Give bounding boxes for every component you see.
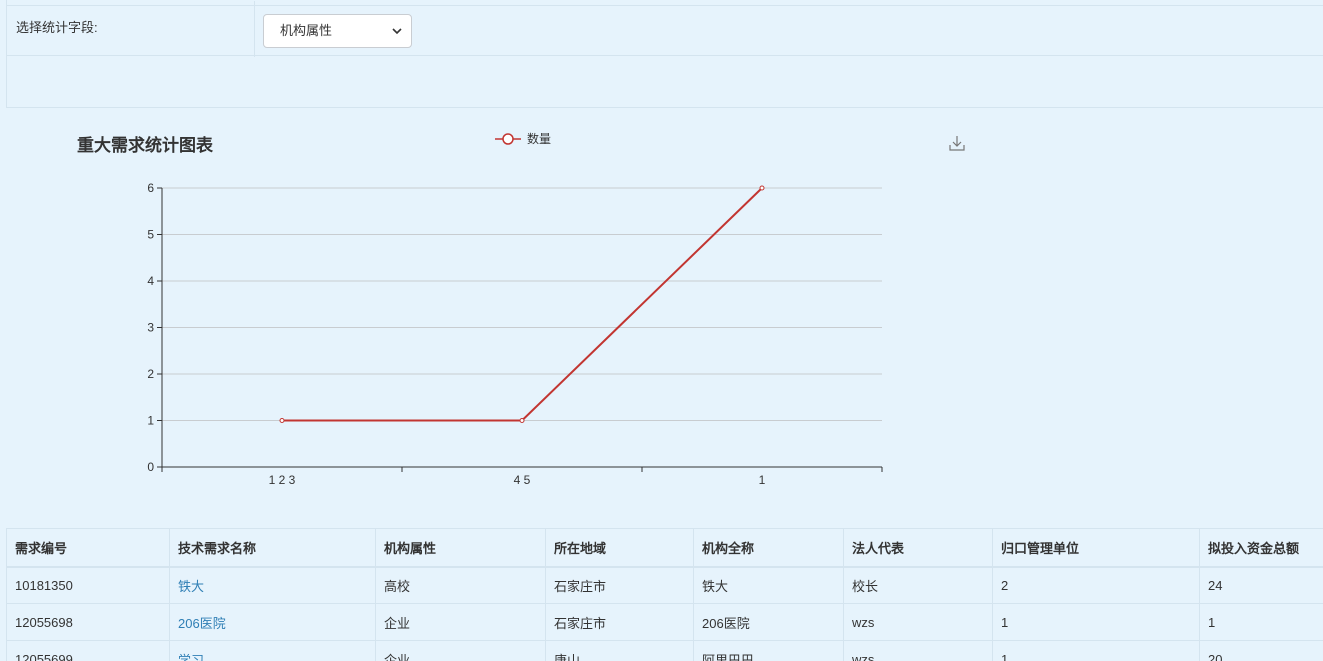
cell-investment-total: 1 [1199, 603, 1323, 641]
y-tick-label: 5 [147, 228, 154, 242]
cell-org-fullname: 阿里巴巴 [693, 640, 844, 661]
chart-title: 重大需求统计图表 [77, 136, 213, 155]
data-point [279, 418, 285, 423]
col-header-management-unit[interactable]: 归口管理单位 [992, 528, 1200, 568]
series-line [282, 187, 763, 422]
legend-label: 数量 [527, 132, 552, 146]
data-point [519, 418, 525, 423]
cell-legal-rep: wzs [843, 640, 993, 661]
table-row: 12055698 206医院 企业 石家庄市 206医院 wzs 1 1 [6, 603, 1323, 641]
filter-divider [254, 1, 255, 57]
col-header-demand-id[interactable]: 需求编号 [6, 528, 170, 568]
cell-tech-name: 铁大 [169, 566, 376, 604]
cell-legal-rep: 校长 [843, 566, 993, 604]
col-header-legal-rep[interactable]: 法人代表 [843, 528, 993, 568]
filter-label: 选择统计字段: [16, 20, 98, 35]
cell-tech-name: 206医院 [169, 603, 376, 641]
cell-demand-id: 10181350 [6, 566, 170, 604]
x-tick-label: 1 [759, 473, 766, 487]
cell-tech-name: 学习 [169, 640, 376, 661]
cell-management-unit: 1 [992, 640, 1200, 661]
tech-name-link[interactable]: 学习 [178, 653, 204, 661]
y-tick-label: 0 [147, 460, 154, 474]
cell-demand-id: 12055699 [6, 640, 170, 661]
field-select-value: 机构属性 [280, 23, 333, 38]
col-header-region[interactable]: 所在地域 [545, 528, 694, 568]
cell-org-type: 企业 [375, 640, 546, 661]
field-select[interactable]: 机构属性 [263, 14, 412, 48]
x-tick-label: 4 5 [514, 473, 531, 487]
download-icon[interactable] [948, 134, 966, 152]
cell-org-fullname: 铁大 [693, 566, 844, 604]
cell-investment-total: 24 [1199, 566, 1323, 604]
table-row: 10181350 铁大 高校 石家庄市 铁大 校长 2 24 [6, 566, 1323, 604]
y-tick-label: 1 [147, 414, 154, 428]
cell-org-type: 企业 [375, 603, 546, 641]
tech-name-link[interactable]: 铁大 [178, 579, 204, 594]
filter-panel: 选择统计字段: 机构属性 [6, 0, 1323, 108]
cell-legal-rep: wzs [843, 603, 993, 641]
y-tick-label: 6 [147, 181, 154, 195]
cell-region: 石家庄市 [545, 603, 694, 641]
filter-row: 选择统计字段: 机构属性 [7, 1, 1323, 57]
cell-org-type: 高校 [375, 566, 546, 604]
tech-name-link[interactable]: 206医院 [178, 616, 226, 631]
col-header-investment-total[interactable]: 拟投入资金总额 [1199, 528, 1323, 568]
col-header-org-type[interactable]: 机构属性 [375, 528, 546, 568]
chart-legend[interactable]: 数量 [495, 130, 551, 147]
cell-region: 石家庄市 [545, 566, 694, 604]
cell-management-unit: 2 [992, 566, 1200, 604]
cell-investment-total: 20 [1199, 640, 1323, 661]
chevron-down-icon [392, 28, 402, 35]
x-tick-label: 1 2 3 [269, 473, 296, 487]
y-tick-label: 2 [147, 367, 154, 381]
y-tick-label: 3 [147, 321, 154, 335]
cell-management-unit: 1 [992, 603, 1200, 641]
line-chart: 0 1 2 3 4 5 6 1 2 3 4 5 1 [147, 181, 883, 487]
cell-org-fullname: 206医院 [693, 603, 844, 641]
legend-line-marker-icon [495, 132, 521, 145]
data-point [759, 185, 765, 191]
table-row: 12055699 学习 企业 唐山 阿里巴巴 wzs 1 20 [6, 640, 1323, 661]
y-tick-label: 4 [147, 274, 154, 288]
col-header-org-fullname[interactable]: 机构全称 [693, 528, 844, 568]
demand-table: 需求编号 技术需求名称 机构属性 所在地域 机构全称 法人代表 归口管理单位 拟… [6, 528, 1323, 661]
table-header-row: 需求编号 技术需求名称 机构属性 所在地域 机构全称 法人代表 归口管理单位 拟… [6, 528, 1323, 568]
cell-demand-id: 12055698 [6, 603, 170, 641]
col-header-tech-name[interactable]: 技术需求名称 [169, 528, 376, 568]
cell-region: 唐山 [545, 640, 694, 661]
